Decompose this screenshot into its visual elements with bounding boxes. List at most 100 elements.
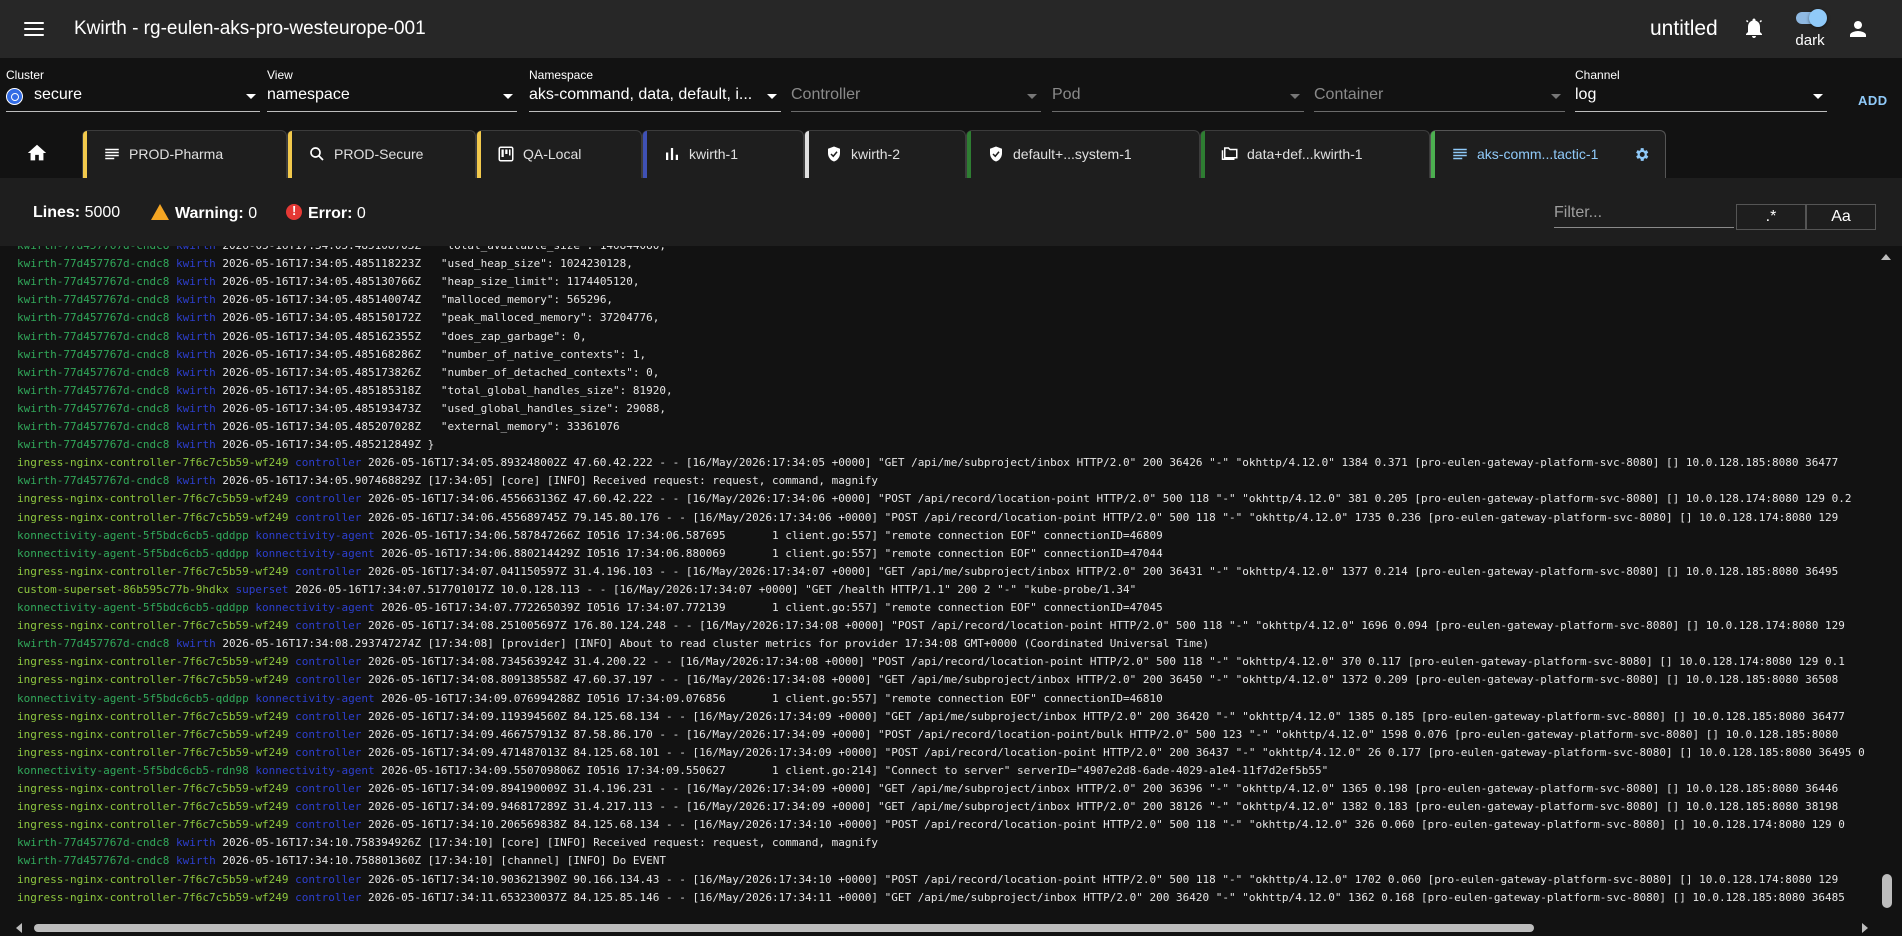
log-pod-name: konnectivity-agent-5f5bdc6cb5-qddpp (17, 601, 249, 614)
log-container-name: kwirth (175, 365, 216, 379)
log-panel: Lines: 5000 Warning: 0 Error: 0 .* Aa in… (0, 178, 1902, 936)
log-pod-name: kwirth-77d457767d-cndc8 (17, 383, 170, 397)
chevron-down-icon (1290, 94, 1300, 99)
tab-prod-secure[interactable]: PROD-Secure (287, 130, 476, 178)
cluster-dropdown[interactable]: secure (6, 82, 260, 112)
controller-dropdown[interactable]: Controller (791, 82, 1041, 112)
filter-field[interactable] (1554, 200, 1734, 228)
log-pod-name: ingress-nginx-controller-7f6c7c5b59-wf24… (17, 782, 289, 795)
board-name[interactable]: untitled (1650, 17, 1718, 41)
log-container-name: konnectivity-agent (255, 601, 375, 614)
log-output[interactable]: ingress-nginx-controller-7f6c7c5b59-wf24… (0, 246, 1902, 936)
log-container-name: kwirth (175, 854, 216, 868)
warning-stat: Warning: 0 (151, 204, 257, 223)
log-pod-name: kwirth-77d457767d-cndc8 (17, 420, 170, 433)
tab-default-system-1[interactable]: default+...system-1 (966, 130, 1200, 178)
warning-icon (151, 204, 169, 220)
log-container-name: kwirth (175, 311, 216, 325)
account-icon[interactable] (1846, 17, 1870, 41)
log-line: kwirth-77d457767d-cndc8 kwirth 2026-05-1… (17, 834, 878, 851)
log-pod-name: ingress-nginx-controller-7f6c7c5b59-wf24… (17, 818, 289, 832)
menu-icon[interactable] (22, 18, 46, 40)
log-line: ingress-nginx-controller-7f6c7c5b59-wf24… (17, 816, 1845, 833)
namespace-dropdown[interactable]: aks-command, data, default, i... (529, 82, 781, 112)
tab-kwirth-1[interactable]: kwirth-1 (642, 130, 804, 178)
log-message: 2026-05-16T17:34:09.894190009Z 31.4.196.… (368, 782, 1839, 795)
cluster-value: secure (34, 86, 83, 103)
gear-icon[interactable] (1633, 146, 1650, 163)
log-container-name: controller (295, 564, 362, 578)
vertical-scrollbar[interactable] (1878, 246, 1902, 912)
chevron-down-icon (246, 94, 256, 99)
view-select[interactable]: View namespace (267, 68, 517, 118)
log-line: ingress-nginx-controller-7f6c7c5b59-wf24… (17, 617, 1845, 634)
container-select[interactable]: Container (1314, 68, 1565, 118)
case-sensitive-button[interactable]: Aa (1806, 204, 1876, 230)
regex-toggle-button[interactable]: .* (1736, 204, 1806, 230)
log-pod-name: kwirth-77d457767d-cndc8 (17, 854, 170, 868)
log-container-name: kwirth (175, 347, 216, 361)
tab-qa-local[interactable]: QA-Local (476, 130, 642, 178)
log-message: 2026-05-16T17:34:05.485162355Z "does_zap… (222, 329, 587, 343)
bell-icon[interactable] (1742, 16, 1766, 40)
log-message: 2026-05-16T17:34:05.485108703Z "total_av… (222, 246, 666, 252)
shield-icon (990, 146, 1002, 162)
error-icon (286, 203, 302, 220)
container-dropdown[interactable]: Container (1314, 82, 1565, 112)
tab-color-bar (83, 131, 87, 178)
log-line: custom-superset-86b595c77b-9hdkx superse… (17, 581, 1136, 598)
namespace-label: Namespace (529, 68, 594, 82)
log-line: kwirth-77d457767d-cndc8 kwirth 2026-05-1… (17, 328, 587, 345)
tab-prod-pharma[interactable]: PROD-Pharma (82, 130, 287, 178)
log-line: kwirth-77d457767d-cndc8 kwirth 2026-05-1… (17, 364, 659, 381)
add-button[interactable]: ADD (1858, 93, 1888, 108)
toggle-thumb (1809, 9, 1827, 27)
log-line: konnectivity-agent-5f5bdc6cb5-rdn98 konn… (17, 762, 1328, 779)
tab-color-bar (1201, 131, 1205, 178)
log-container-name: controller (295, 510, 362, 524)
scroll-right-arrow[interactable] (1862, 923, 1868, 933)
theme-toggle[interactable]: dark (1790, 8, 1828, 52)
tab-aks-command-tactic-1[interactable]: aks-comm...tactic-1 (1430, 130, 1666, 178)
horizontal-scroll-thumb[interactable] (34, 924, 1534, 932)
tab-color-bar (288, 131, 292, 178)
log-container-name: kwirth (175, 637, 216, 651)
pod-dropdown[interactable]: Pod (1052, 82, 1304, 112)
search-icon (310, 147, 324, 161)
kubernetes-icon (6, 88, 23, 105)
log-message: 2026-05-16T17:34:08.809138558Z 47.60.37.… (368, 673, 1839, 687)
log-line: kwirth-77d457767d-cndc8 kwirth 2026-05-1… (17, 436, 434, 453)
tab-kwirth-2[interactable]: kwirth-2 (804, 130, 966, 178)
tab-data-def-kwirth-1[interactable]: data+def...kwirth-1 (1200, 130, 1430, 178)
chevron-down-icon (503, 94, 513, 99)
log-container-name: superset (235, 582, 289, 596)
log-line: kwirth-77d457767d-cndc8 kwirth 2026-05-1… (17, 273, 640, 290)
log-message: 2026-05-16T17:34:09.466757913Z 87.58.86.… (368, 727, 1839, 741)
controller-select[interactable]: Controller (791, 68, 1041, 118)
namespace-select[interactable]: Namespace aks-command, data, default, i.… (529, 68, 781, 118)
home-icon[interactable] (26, 142, 48, 164)
channel-dropdown[interactable]: log (1575, 82, 1827, 112)
log-line: ingress-nginx-controller-7f6c7c5b59-wf24… (17, 563, 1838, 580)
cluster-select[interactable]: Cluster secure (6, 68, 260, 118)
kanban-icon (498, 146, 514, 162)
log-message: 2026-05-16T17:34:05.485168286Z "number_o… (222, 347, 647, 361)
warning-label: Warning: (175, 205, 244, 222)
tab-label: default+...system-1 (1013, 146, 1132, 162)
scroll-up-arrow[interactable] (1881, 254, 1891, 260)
log-container-name: controller (295, 456, 362, 470)
container-placeholder: Container (1314, 86, 1384, 103)
log-message: 2026-05-16T17:34:07.517701017Z 10.0.128.… (295, 582, 1137, 596)
vertical-scroll-thumb[interactable] (1882, 874, 1892, 908)
log-line: ingress-nginx-controller-7f6c7c5b59-wf24… (17, 454, 1838, 471)
channel-select[interactable]: Channel log (1575, 68, 1827, 118)
view-label: View (267, 68, 293, 82)
pod-select[interactable]: Pod (1052, 68, 1304, 118)
scroll-left-arrow[interactable] (16, 923, 22, 933)
horizontal-scrollbar[interactable] (0, 920, 1902, 936)
view-dropdown[interactable]: namespace (267, 82, 517, 112)
log-container-name: kwirth (176, 246, 216, 252)
log-pod-name: konnectivity-agent-5f5bdc6cb5-rdn98 (17, 763, 249, 777)
filter-input[interactable] (1554, 200, 1734, 226)
tab-color-bar (477, 131, 481, 178)
